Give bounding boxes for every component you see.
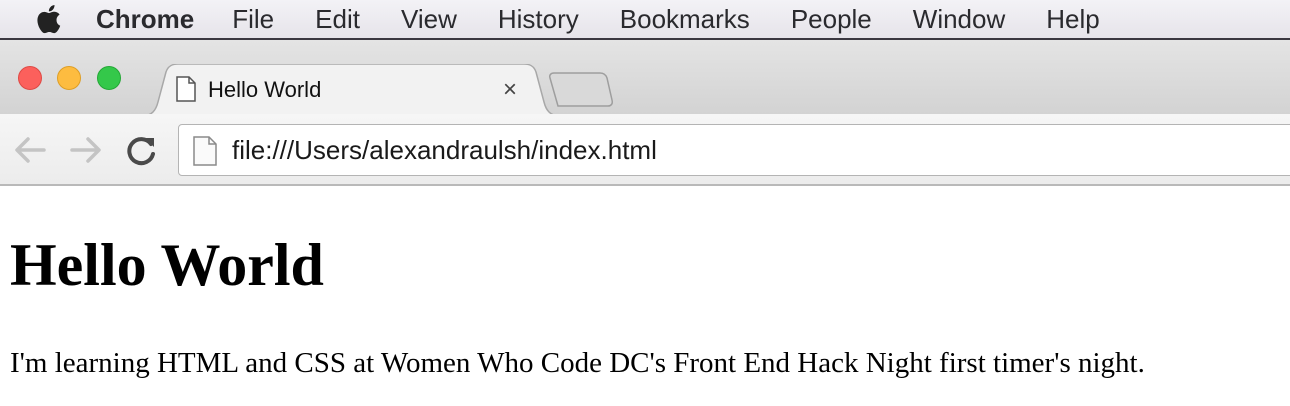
file-page-icon	[193, 136, 217, 171]
tab-title[interactable]: Hello World	[208, 76, 321, 104]
menu-bookmarks[interactable]: Bookmarks	[620, 0, 750, 39]
forward-arrow-icon[interactable]	[68, 134, 104, 166]
active-tab[interactable]	[142, 64, 560, 116]
new-tab-button[interactable]	[548, 72, 614, 108]
browser-toolbar: file:///Users/alexandraulsh/index.html	[0, 114, 1290, 186]
window-close-button[interactable]	[18, 66, 42, 90]
page-paragraph: I'm learning HTML and CSS at Women Who C…	[10, 347, 1145, 379]
menu-file[interactable]: File	[232, 0, 274, 39]
menu-app-chrome[interactable]: Chrome	[96, 0, 194, 39]
menu-edit[interactable]: Edit	[315, 0, 360, 39]
page-heading: Hello World	[10, 232, 324, 298]
apple-logo-icon[interactable]	[30, 0, 66, 39]
tab-close-icon[interactable]: ×	[503, 76, 517, 104]
menu-help[interactable]: Help	[1046, 0, 1099, 39]
macos-menu-bar: Chrome File Edit View History Bookmarks …	[0, 0, 1290, 40]
menu-window[interactable]: Window	[913, 0, 1005, 39]
back-arrow-icon[interactable]	[12, 134, 48, 166]
menu-history[interactable]: History	[498, 0, 579, 39]
window-minimize-button[interactable]	[57, 66, 81, 90]
window-maximize-button[interactable]	[97, 66, 121, 90]
url-text[interactable]: file:///Users/alexandraulsh/index.html	[232, 133, 657, 167]
menu-people[interactable]: People	[791, 0, 872, 39]
address-bar[interactable]: file:///Users/alexandraulsh/index.html	[178, 124, 1290, 176]
document-icon	[176, 76, 196, 107]
menu-view[interactable]: View	[401, 0, 457, 39]
reload-icon[interactable]	[124, 134, 160, 166]
